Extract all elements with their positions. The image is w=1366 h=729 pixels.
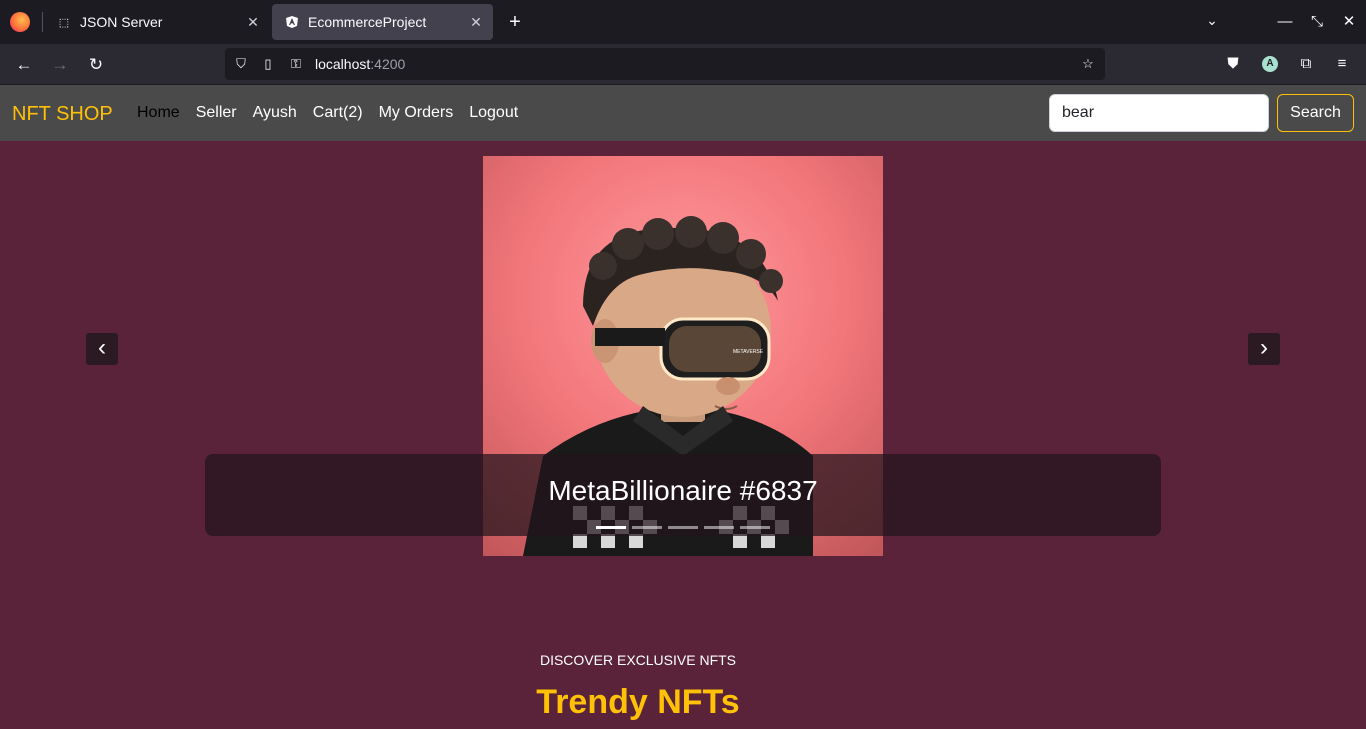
window-close-icon[interactable]: ✕ xyxy=(1337,10,1361,34)
search-input[interactable] xyxy=(1049,94,1269,132)
site-header: NFT SHOP Home Seller Ayush Cart(2) My Or… xyxy=(0,85,1366,141)
menu-item-cart[interactable]: Cart(2) xyxy=(313,104,363,122)
tab-title: EcommerceProject xyxy=(308,14,427,30)
carousel-indicators xyxy=(596,526,770,529)
tab-title: JSON Server xyxy=(80,14,163,30)
restore-icon[interactable]: ⤡ xyxy=(1305,10,1329,34)
chevron-down-icon[interactable]: ⌄ xyxy=(1202,12,1222,32)
main-menu: Home Seller Ayush Cart(2) My Orders Logo… xyxy=(137,104,518,122)
menu-item-home[interactable]: Home xyxy=(137,104,180,122)
menu-item-logout[interactable]: Logout xyxy=(469,104,518,122)
page-icon: ⬚ xyxy=(58,16,70,29)
forward-arrow-icon[interactable]: → xyxy=(48,53,72,77)
url-text[interactable]: localhost:4200 xyxy=(315,56,405,72)
page-icon[interactable]: ▯ xyxy=(259,55,277,73)
reload-icon[interactable]: ↻ xyxy=(84,53,108,77)
browser-nav-bar: ← → ↻ ⛉ ▯ ⚿ localhost:4200 ☆ ⛊ ⧉ ≡ xyxy=(0,44,1366,85)
carousel-next-button[interactable]: › xyxy=(1248,333,1280,365)
account-avatar[interactable]: A xyxy=(1262,56,1278,72)
indicator-3[interactable] xyxy=(668,526,698,529)
chevron-left-icon: ‹ xyxy=(98,334,106,361)
indicator-2[interactable] xyxy=(632,526,662,529)
menu-item-seller[interactable]: Seller xyxy=(196,104,237,122)
slide-caption: MetaBillionaire #6837 xyxy=(548,475,818,506)
indicator-5[interactable] xyxy=(740,526,770,529)
tab-separator xyxy=(42,12,43,32)
close-icon[interactable]: ✕ xyxy=(244,13,262,31)
carousel-prev-button[interactable]: ‹ xyxy=(86,333,118,365)
shield-icon[interactable]: ⛉ xyxy=(232,55,250,73)
url-bar[interactable]: ⛉ ▯ ⚿ localhost:4200 ☆ xyxy=(225,48,1105,80)
back-arrow-icon[interactable]: ← xyxy=(12,53,36,77)
star-icon[interactable]: ☆ xyxy=(1079,55,1097,73)
close-icon[interactable]: ✕ xyxy=(467,13,485,31)
indicator-4[interactable] xyxy=(704,526,734,529)
pocket-icon[interactable]: ⛊ xyxy=(1222,53,1244,75)
angular-icon xyxy=(284,14,300,30)
menu-item-my-orders[interactable]: My Orders xyxy=(379,104,454,122)
tab-ecommerce-project[interactable]: EcommerceProject ✕ xyxy=(272,4,493,40)
extensions-icon[interactable]: ⧉ xyxy=(1295,53,1317,75)
section-title: Trendy NFTs xyxy=(536,683,740,721)
menu-item-user[interactable]: Ayush xyxy=(253,104,297,122)
key-icon[interactable]: ⚿ xyxy=(287,55,305,73)
brand-logo[interactable]: NFT SHOP xyxy=(12,103,113,126)
browser-tab-bar: ⬚ JSON Server ✕ EcommerceProject ✕ + ⌄ —… xyxy=(0,0,1366,44)
section-kicker: DISCOVER EXCLUSIVE NFTS xyxy=(539,652,737,668)
minimize-icon[interactable]: — xyxy=(1273,10,1297,34)
tab-json-server[interactable]: ⬚ JSON Server ✕ xyxy=(44,4,270,40)
nft-carousel: METAVERSE MetaBillionaire #6837 ‹ › xyxy=(0,141,1366,571)
visor-label: METAVERSE xyxy=(733,349,764,355)
chevron-right-icon: › xyxy=(1260,334,1268,361)
new-tab-button[interactable]: + xyxy=(504,10,526,34)
search-button[interactable]: Search xyxy=(1277,94,1354,132)
firefox-icon[interactable] xyxy=(10,12,30,32)
menu-icon[interactable]: ≡ xyxy=(1331,53,1353,75)
indicator-1[interactable] xyxy=(596,526,626,529)
